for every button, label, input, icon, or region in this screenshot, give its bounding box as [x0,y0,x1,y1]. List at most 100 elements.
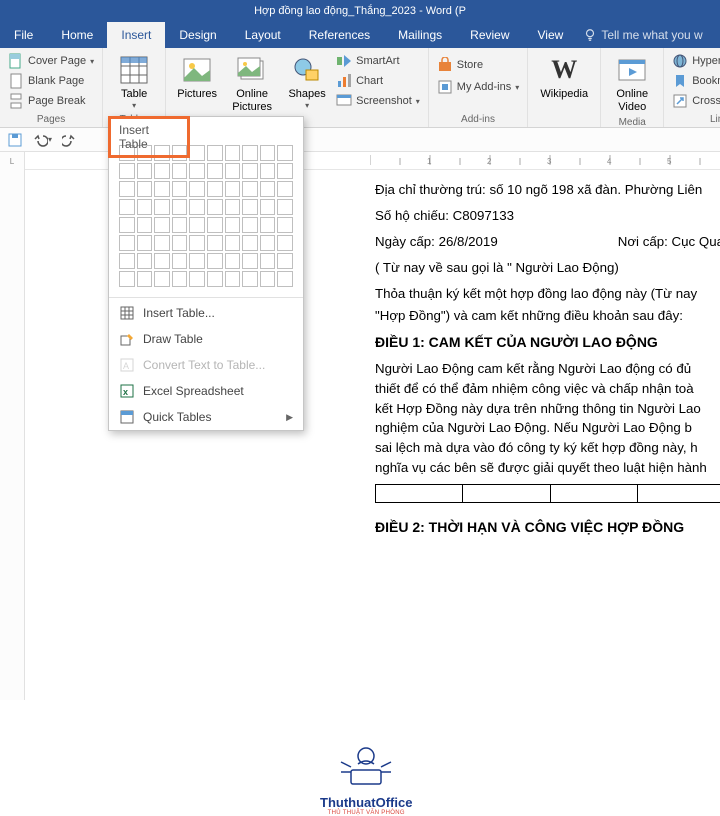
grid-cell[interactable] [277,235,293,251]
grid-cell[interactable] [207,199,223,215]
grid-cell[interactable] [277,253,293,269]
grid-cell[interactable] [154,199,170,215]
grid-cell[interactable] [207,253,223,269]
grid-cell[interactable] [189,163,205,179]
grid-cell[interactable] [225,145,241,161]
online-video-button[interactable]: Online Video [609,52,655,115]
grid-cell[interactable] [172,199,188,215]
grid-cell[interactable] [242,253,258,269]
tab-references[interactable]: References [295,22,384,48]
grid-cell[interactable] [207,181,223,197]
grid-cell[interactable] [119,181,135,197]
grid-cell[interactable] [172,253,188,269]
grid-cell[interactable] [242,271,258,287]
grid-cell[interactable] [260,163,276,179]
grid-cell[interactable] [189,253,205,269]
grid-cell[interactable] [137,163,153,179]
grid-cell[interactable] [225,199,241,215]
grid-cell[interactable] [172,181,188,197]
grid-cell[interactable] [260,145,276,161]
tab-view[interactable]: View [524,22,578,48]
grid-cell[interactable] [189,145,205,161]
grid-cell[interactable] [277,199,293,215]
grid-cell[interactable] [225,235,241,251]
hyperlink-button[interactable]: Hyperlink [672,52,720,70]
grid-cell[interactable] [225,253,241,269]
smartart-button[interactable]: SmartArt [336,52,420,70]
save-icon[interactable] [8,133,22,147]
tab-layout[interactable]: Layout [231,22,295,48]
document-page[interactable]: Địa chỉ thường trú: số 10 ngõ 198 xã đàn… [300,170,720,544]
grid-cell[interactable] [277,181,293,197]
table-button[interactable]: Table▾ [111,52,157,112]
grid-cell[interactable] [172,235,188,251]
grid-cell[interactable] [172,217,188,233]
grid-cell[interactable] [277,271,293,287]
tell-me[interactable]: Tell me what you w [583,22,702,48]
grid-cell[interactable] [242,217,258,233]
grid-cell[interactable] [207,271,223,287]
tab-file[interactable]: File [0,22,47,48]
table-grid-picker[interactable] [109,139,303,295]
grid-cell[interactable] [154,253,170,269]
grid-cell[interactable] [137,253,153,269]
grid-cell[interactable] [154,217,170,233]
grid-cell[interactable] [154,181,170,197]
grid-cell[interactable] [207,235,223,251]
blank-page-button[interactable]: Blank Page [8,72,84,90]
tab-home[interactable]: Home [47,22,107,48]
grid-cell[interactable] [207,145,223,161]
grid-cell[interactable] [154,235,170,251]
tab-mailings[interactable]: Mailings [384,22,456,48]
wikipedia-button[interactable]: WWikipedia [536,52,592,103]
grid-cell[interactable] [154,271,170,287]
grid-cell[interactable] [242,235,258,251]
bookmark-button[interactable]: Bookmark [672,72,720,90]
grid-cell[interactable] [119,253,135,269]
grid-cell[interactable] [137,235,153,251]
store-button[interactable]: Store [437,56,483,74]
grid-cell[interactable] [260,253,276,269]
grid-cell[interactable] [260,235,276,251]
grid-cell[interactable] [189,199,205,215]
pictures-button[interactable]: Pictures [174,52,220,103]
screenshot-button[interactable]: Screenshot▾ [336,92,420,110]
online-pictures-button[interactable]: Online Pictures [226,52,278,115]
tab-design[interactable]: Design [165,22,230,48]
grid-cell[interactable] [172,271,188,287]
grid-cell[interactable] [189,217,205,233]
grid-cell[interactable] [119,217,135,233]
tab-review[interactable]: Review [456,22,523,48]
grid-cell[interactable] [260,199,276,215]
grid-cell[interactable] [119,163,135,179]
grid-cell[interactable] [242,145,258,161]
vertical-ruler[interactable] [0,170,25,700]
page-break-button[interactable]: Page Break [8,92,85,110]
my-addins-button[interactable]: My Add-ins▾ [437,78,519,96]
grid-cell[interactable] [154,163,170,179]
grid-cell[interactable] [207,217,223,233]
grid-cell[interactable] [119,235,135,251]
grid-cell[interactable] [260,271,276,287]
grid-cell[interactable] [137,181,153,197]
grid-cell[interactable] [137,217,153,233]
shapes-button[interactable]: Shapes▾ [284,52,330,112]
grid-cell[interactable] [189,271,205,287]
grid-cell[interactable] [137,271,153,287]
grid-cell[interactable] [277,163,293,179]
grid-cell[interactable] [225,217,241,233]
grid-cell[interactable] [189,181,205,197]
grid-cell[interactable] [119,199,135,215]
tab-insert[interactable]: Insert [107,22,165,48]
grid-cell[interactable] [242,199,258,215]
grid-cell[interactable] [225,163,241,179]
grid-cell[interactable] [119,271,135,287]
insert-table-item[interactable]: Insert Table... [109,300,303,326]
quick-tables-item[interactable]: Quick Tables▶ [109,404,303,430]
excel-spreadsheet-item[interactable]: xExcel Spreadsheet [109,378,303,404]
grid-cell[interactable] [225,181,241,197]
grid-cell[interactable] [260,181,276,197]
grid-cell[interactable] [242,181,258,197]
grid-cell[interactable] [277,145,293,161]
draw-table-item[interactable]: Draw Table [109,326,303,352]
